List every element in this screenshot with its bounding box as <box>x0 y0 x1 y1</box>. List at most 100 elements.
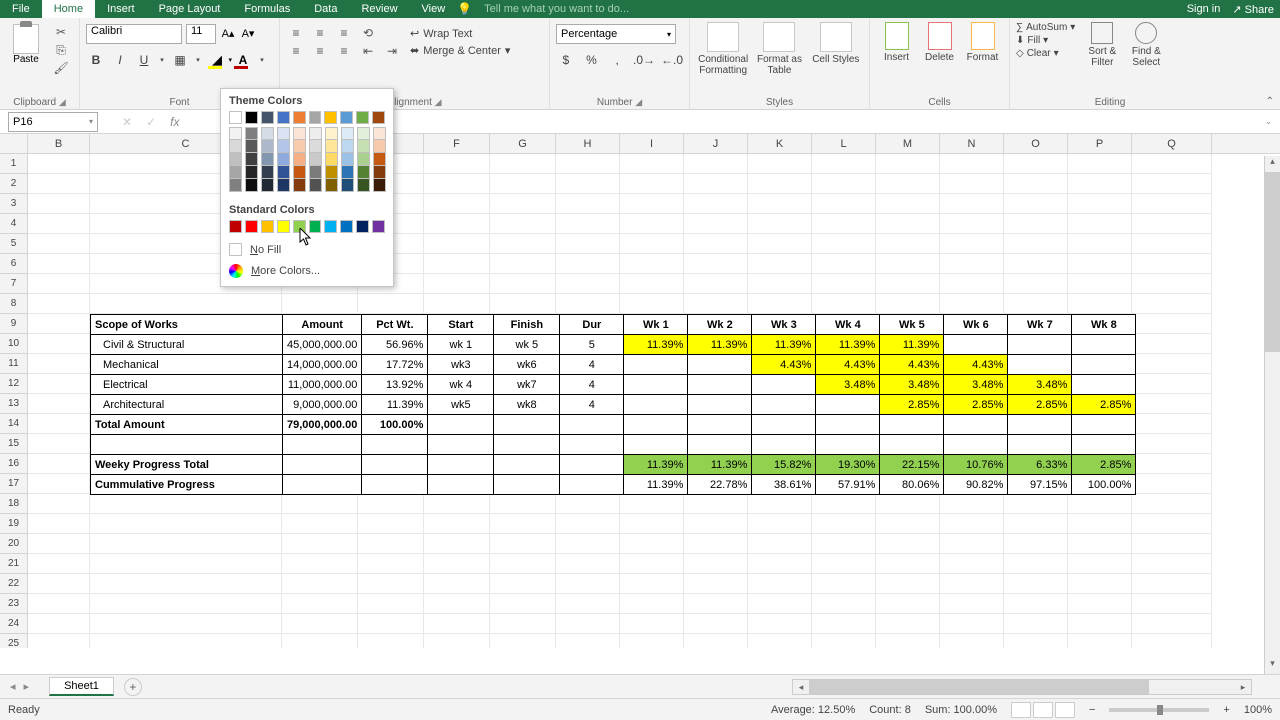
row-header[interactable]: 2 <box>0 174 28 194</box>
sign-in-link[interactable]: Sign in <box>1187 3 1221 16</box>
cell[interactable] <box>876 154 940 174</box>
cell[interactable] <box>1132 174 1212 194</box>
cell[interactable] <box>1132 614 1212 634</box>
cell[interactable] <box>940 554 1004 574</box>
color-swatch[interactable] <box>373 140 386 153</box>
color-swatch[interactable] <box>309 111 322 124</box>
cell[interactable] <box>28 614 90 634</box>
cell[interactable] <box>1004 594 1068 614</box>
number-launcher[interactable]: ◢ <box>635 97 642 107</box>
color-swatch[interactable] <box>293 111 306 124</box>
cell[interactable] <box>282 634 358 648</box>
cell[interactable] <box>556 594 620 614</box>
cell[interactable] <box>90 494 282 514</box>
cell[interactable] <box>90 634 282 648</box>
cell[interactable] <box>748 274 812 294</box>
cell[interactable] <box>1068 254 1132 274</box>
cell[interactable] <box>282 514 358 534</box>
tell-me-input[interactable]: Tell me what you want to do... <box>484 3 629 15</box>
cell[interactable] <box>876 234 940 254</box>
align-top-button[interactable]: ≡ <box>286 24 306 42</box>
cell[interactable] <box>684 634 748 648</box>
cell[interactable] <box>1132 594 1212 614</box>
cell[interactable] <box>28 234 90 254</box>
cell[interactable] <box>876 254 940 274</box>
color-swatch[interactable] <box>293 140 306 153</box>
name-box[interactable]: P16▾ <box>8 112 98 132</box>
cell[interactable] <box>876 514 940 534</box>
cell[interactable] <box>282 614 358 634</box>
cell[interactable] <box>940 294 1004 314</box>
cell[interactable] <box>28 454 90 474</box>
cell[interactable] <box>812 614 876 634</box>
cell[interactable] <box>1004 514 1068 534</box>
cell[interactable] <box>556 614 620 634</box>
tab-insert[interactable]: Insert <box>95 0 147 18</box>
cell[interactable] <box>876 594 940 614</box>
cell[interactable] <box>358 614 424 634</box>
cell[interactable] <box>876 554 940 574</box>
percent-format-button[interactable]: % <box>582 50 602 70</box>
align-left-button[interactable]: ≡ <box>286 42 306 60</box>
borders-dropdown[interactable]: ▾ <box>194 50 202 70</box>
cell[interactable] <box>684 574 748 594</box>
color-swatch[interactable] <box>277 140 290 153</box>
insert-cells-button[interactable]: Insert <box>876 22 917 63</box>
row-header[interactable]: 12 <box>0 374 28 394</box>
cell[interactable] <box>1004 174 1068 194</box>
color-swatch[interactable] <box>372 220 385 233</box>
cell[interactable] <box>90 514 282 534</box>
cell[interactable] <box>876 194 940 214</box>
cell[interactable] <box>1132 434 1212 454</box>
color-swatch[interactable] <box>309 220 322 233</box>
cell[interactable] <box>424 574 490 594</box>
cell[interactable] <box>812 174 876 194</box>
font-color-dropdown[interactable]: ▾ <box>258 50 266 70</box>
color-swatch[interactable] <box>373 166 386 179</box>
cell[interactable] <box>1068 274 1132 294</box>
view-page-break-button[interactable] <box>1055 702 1075 718</box>
color-swatch[interactable] <box>245 140 258 153</box>
color-swatch[interactable] <box>356 111 369 124</box>
cell[interactable] <box>282 574 358 594</box>
col-header[interactable]: H <box>556 134 620 153</box>
cell[interactable] <box>90 574 282 594</box>
cell[interactable] <box>424 234 490 254</box>
cell[interactable] <box>1132 214 1212 234</box>
cell[interactable] <box>90 614 282 634</box>
cell[interactable] <box>490 154 556 174</box>
cell[interactable] <box>424 634 490 648</box>
autosum-button[interactable]: ∑ AutoSum ▾ <box>1016 22 1075 33</box>
cell[interactable] <box>620 494 684 514</box>
cell[interactable] <box>940 614 1004 634</box>
color-swatch[interactable] <box>341 179 354 192</box>
tab-file[interactable]: File <box>0 0 42 18</box>
cell[interactable] <box>876 494 940 514</box>
cell[interactable] <box>940 194 1004 214</box>
color-swatch[interactable] <box>277 179 290 192</box>
cell[interactable] <box>620 194 684 214</box>
color-swatch[interactable] <box>293 220 306 233</box>
cell[interactable] <box>424 194 490 214</box>
col-header[interactable]: F <box>424 134 490 153</box>
cell[interactable] <box>28 594 90 614</box>
cell[interactable] <box>424 594 490 614</box>
tab-data[interactable]: Data <box>302 0 349 18</box>
row-header[interactable]: 18 <box>0 494 28 514</box>
color-swatch[interactable] <box>372 111 385 124</box>
cell[interactable] <box>28 154 90 174</box>
format-as-table-button[interactable]: Format as Table <box>752 22 806 76</box>
cell[interactable] <box>490 494 556 514</box>
cell[interactable] <box>620 514 684 534</box>
cell[interactable] <box>684 594 748 614</box>
cell[interactable] <box>490 574 556 594</box>
cell[interactable] <box>1004 494 1068 514</box>
col-header[interactable]: N <box>940 134 1004 153</box>
cell[interactable] <box>90 294 282 314</box>
cell[interactable] <box>28 314 90 334</box>
cell[interactable] <box>684 534 748 554</box>
row-header[interactable]: 14 <box>0 414 28 434</box>
color-swatch[interactable] <box>261 153 274 166</box>
cell[interactable] <box>876 174 940 194</box>
color-swatch[interactable] <box>325 179 338 192</box>
